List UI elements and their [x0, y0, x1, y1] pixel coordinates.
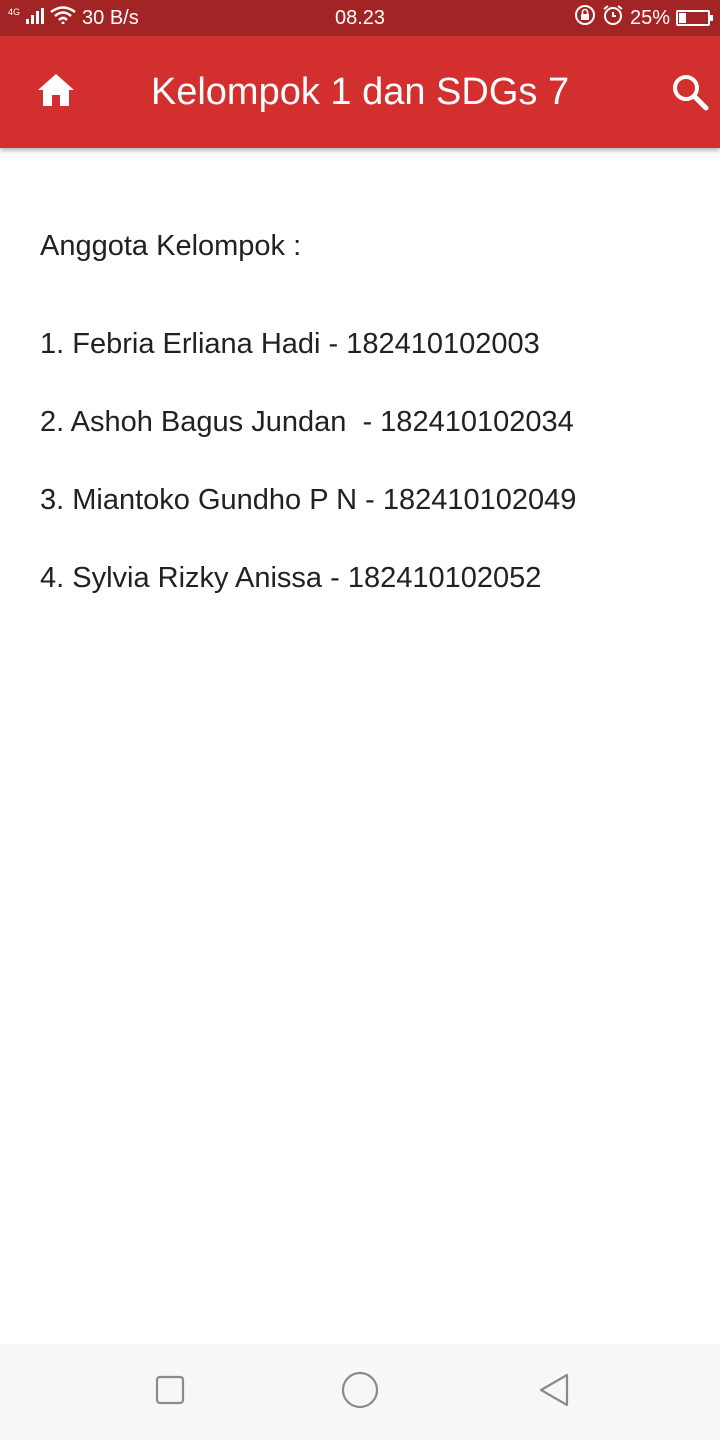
signal-icon [26, 7, 45, 30]
member-item: 2. Ashoh Bagus Jundan - 182410102034 [40, 406, 574, 438]
screen: 4G 30 B/s 08.23 25% Kelompok 1 dan SDGs … [0, 0, 720, 1440]
status-left: 4G 30 B/s [8, 0, 139, 36]
battery-fill [679, 13, 686, 23]
home-circle-icon [341, 1371, 379, 1414]
search-button[interactable] [662, 66, 718, 122]
network-speed: 30 B/s [82, 6, 139, 29]
recent-apps-button[interactable] [140, 1364, 200, 1420]
navigation-bar [0, 1344, 720, 1440]
network-type-label: 4G [8, 6, 21, 17]
app-title: Kelompok 1 dan SDGs 7 [150, 70, 570, 113]
app-bar: Kelompok 1 dan SDGs 7 [0, 36, 720, 148]
member-item: 3. Miantoko Gundho P N - 182410102049 [40, 484, 577, 516]
battery-icon [676, 10, 713, 26]
member-item: 4. Sylvia Rizky Anissa - 182410102052 [40, 562, 542, 594]
wifi-icon [50, 6, 76, 30]
recent-apps-icon [155, 1375, 185, 1410]
member-item: 1. Febria Erliana Hadi - 182410102003 [40, 328, 540, 360]
status-time: 08.23 [334, 6, 386, 29]
content: Anggota Kelompok : 1. Febria Erliana Had… [40, 220, 700, 630]
members-heading: Anggota Kelompok : [40, 230, 302, 262]
home-icon [36, 72, 76, 113]
back-button[interactable] [524, 1364, 584, 1420]
home-nav-button[interactable] [330, 1364, 390, 1420]
back-triangle-icon [538, 1372, 570, 1413]
status-bar: 4G 30 B/s 08.23 25% [0, 0, 720, 36]
status-right: 25% [574, 0, 713, 36]
battery-percent: 25% [629, 6, 670, 29]
search-icon [670, 72, 710, 117]
alarm-icon [602, 4, 624, 32]
home-button[interactable] [22, 66, 90, 118]
members-list: 1. Febria Erliana Hadi - 182410102003 2.… [40, 318, 700, 604]
rotation-lock-icon [574, 4, 596, 32]
